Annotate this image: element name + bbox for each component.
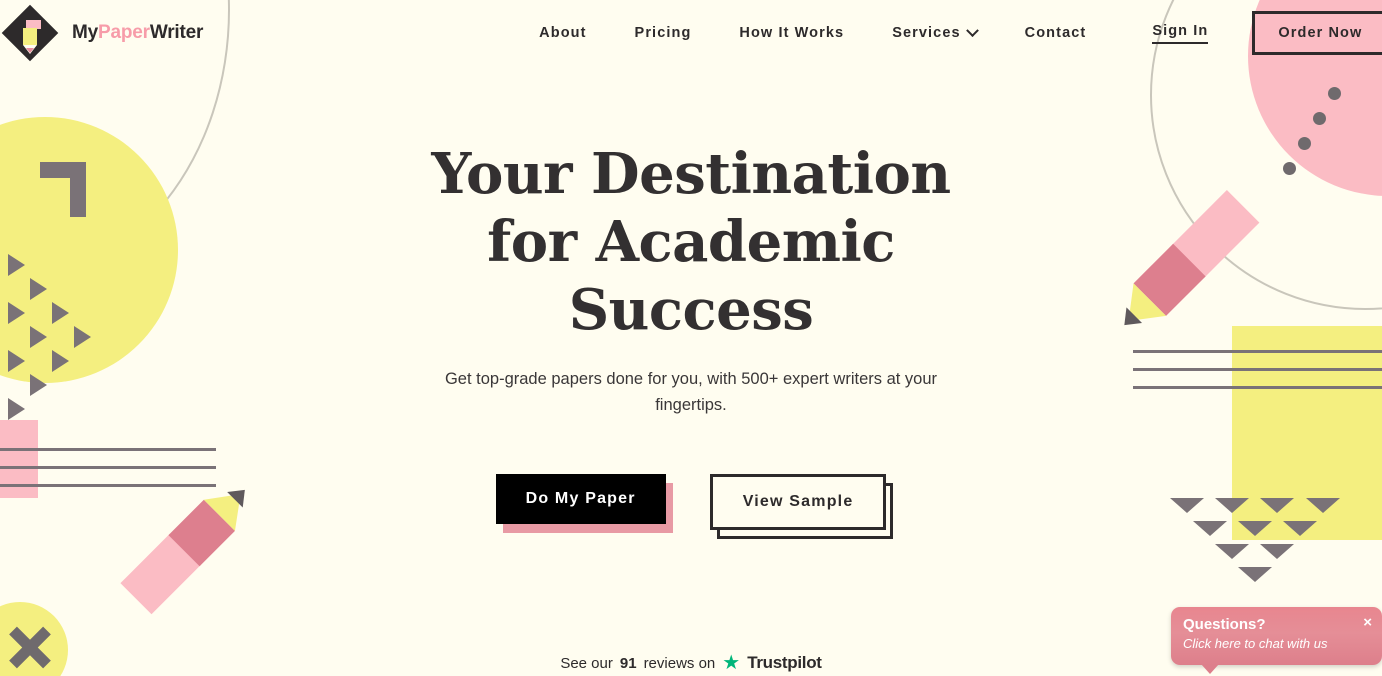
cta-button-row: Do My Paper View Sample [495, 474, 894, 539]
chat-widget-tail [1201, 664, 1219, 674]
chevron-down-icon [965, 23, 979, 37]
page-title: Your Destination for Academic Success [431, 141, 951, 343]
brand-name-part1: My [72, 22, 98, 43]
pencil-diamond-logo-icon [1, 4, 59, 62]
yellow-circle-left [0, 117, 178, 383]
triangle-cluster-bottom-right [1170, 498, 1350, 588]
yellow-rectangle-right [1232, 326, 1382, 540]
nav-item-pricing[interactable]: Pricing [611, 25, 716, 41]
nav-item-contact[interactable]: Contact [1001, 25, 1111, 41]
brand-name: MyPaperWriter [72, 22, 203, 44]
ruled-lines-left [0, 448, 216, 487]
page-root: MyPaperWriter About Pricing How It Works… [0, 0, 1382, 676]
trustpilot-brand: Trustpilot [747, 653, 822, 672]
chat-close-icon[interactable]: × [1363, 615, 1372, 630]
chat-widget-subtitle: Click here to chat with us [1183, 636, 1328, 651]
nav-item-services[interactable]: Services [868, 23, 1000, 41]
primary-cta-wrapper: Do My Paper [495, 474, 673, 533]
chat-widget-title: Questions? [1183, 616, 1266, 633]
pink-square-left [0, 420, 38, 498]
ruled-lines-right [1133, 350, 1382, 389]
chat-widget[interactable]: Questions? Click here to chat with us × [1171, 607, 1382, 674]
hero-section: Your Destination for Academic Success Ge… [0, 0, 1382, 676]
primary-navigation: About Pricing How It Works Services Cont… [515, 23, 1111, 41]
secondary-cta-wrapper: View Sample [709, 474, 894, 539]
order-now-button[interactable]: Order Now [1252, 11, 1382, 55]
brand-name-part2: Writer [149, 22, 204, 43]
do-my-paper-button[interactable]: Do My Paper [495, 474, 666, 524]
trustpilot-star-icon: ★ [722, 652, 741, 674]
pencil-right-icon [1073, 138, 1328, 393]
trustpilot-prefix: See our [560, 654, 613, 672]
hero-subtitle: Get top-grade papers done for you, with … [444, 370, 938, 414]
triangle-cluster-left [0, 250, 110, 420]
nav-label-pricing: Pricing [634, 25, 692, 41]
dot-cluster-top-right [1280, 80, 1350, 190]
brand-name-accent: Paper [98, 22, 150, 43]
nav-label-contact: Contact [1024, 25, 1087, 41]
brand-logo[interactable]: MyPaperWriter [1, 4, 203, 62]
trustpilot-middle: reviews on [643, 654, 716, 672]
pencil-left-icon [54, 439, 266, 651]
trustpilot-review-count: 91 [619, 654, 637, 672]
nav-label-about: About [539, 25, 587, 41]
view-sample-button[interactable]: View Sample [709, 474, 887, 530]
nav-label-how-it-works: How It Works [739, 25, 845, 41]
nav-label-services: Services [892, 25, 961, 41]
nav-item-about[interactable]: About [515, 25, 610, 41]
corner-bracket-icon [40, 162, 86, 217]
sign-in-link[interactable]: Sign In [1152, 23, 1209, 44]
nav-item-how-it-works[interactable]: How It Works [715, 25, 868, 41]
site-header: MyPaperWriter About Pricing How It Works… [0, 0, 1382, 66]
